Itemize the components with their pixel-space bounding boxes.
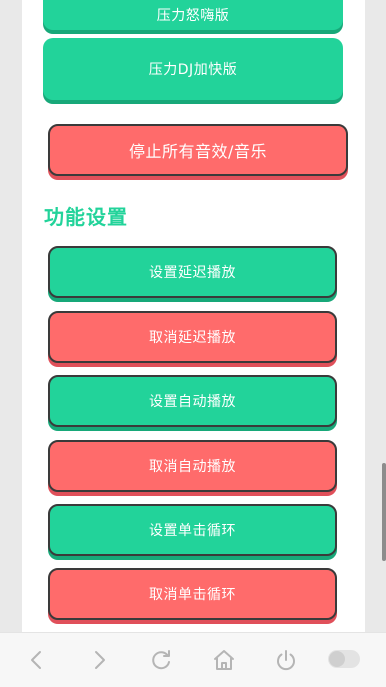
set-auto-play-button[interactable]: 设置自动播放 bbox=[48, 375, 337, 427]
refresh-icon[interactable] bbox=[148, 647, 174, 673]
set-delayed-play-label: 设置延迟播放 bbox=[149, 265, 236, 281]
home-icon[interactable] bbox=[211, 647, 237, 673]
left-margin bbox=[0, 0, 22, 632]
play-pressure-hype-label: 压力怒嗨版 bbox=[156, 8, 230, 24]
scrollbar-thumb[interactable] bbox=[382, 463, 386, 561]
cancel-auto-play-button[interactable]: 取消自动播放 bbox=[48, 440, 337, 492]
play-pressure-dj-fast-label: 压力DJ加快版 bbox=[148, 62, 238, 78]
toggle-knob bbox=[329, 651, 345, 667]
power-icon[interactable] bbox=[273, 647, 299, 673]
set-click-loop-button[interactable]: 设置单击循环 bbox=[48, 504, 337, 556]
cancel-click-loop-button[interactable]: 取消单击循环 bbox=[48, 568, 337, 620]
toggle-switch[interactable] bbox=[328, 650, 360, 668]
set-delayed-play-button[interactable]: 设置延迟播放 bbox=[48, 246, 337, 298]
stop-all-sounds-label: 停止所有音效/音乐 bbox=[129, 142, 267, 161]
set-click-loop-label: 设置单击循环 bbox=[149, 523, 236, 539]
content-panel: 压力怒嗨版 压力DJ加快版 停止所有音效/音乐 功能设置 设置延迟播放 取消延迟… bbox=[22, 0, 365, 632]
set-auto-play-label: 设置自动播放 bbox=[149, 394, 236, 410]
section-title-settings: 功能设置 bbox=[44, 205, 128, 229]
cancel-auto-play-label: 取消自动播放 bbox=[149, 459, 236, 475]
cancel-delayed-play-label: 取消延迟播放 bbox=[149, 330, 236, 346]
forward-icon[interactable] bbox=[86, 647, 112, 673]
browser-bottom-bar bbox=[0, 632, 386, 687]
stop-all-sounds-button[interactable]: 停止所有音效/音乐 bbox=[48, 124, 348, 176]
back-icon[interactable] bbox=[24, 647, 50, 673]
play-pressure-dj-fast-button[interactable]: 压力DJ加快版 bbox=[43, 38, 343, 100]
cancel-click-loop-label: 取消单击循环 bbox=[149, 587, 236, 603]
cancel-delayed-play-button[interactable]: 取消延迟播放 bbox=[48, 311, 337, 363]
play-pressure-hype-button[interactable]: 压力怒嗨版 bbox=[43, 0, 343, 30]
